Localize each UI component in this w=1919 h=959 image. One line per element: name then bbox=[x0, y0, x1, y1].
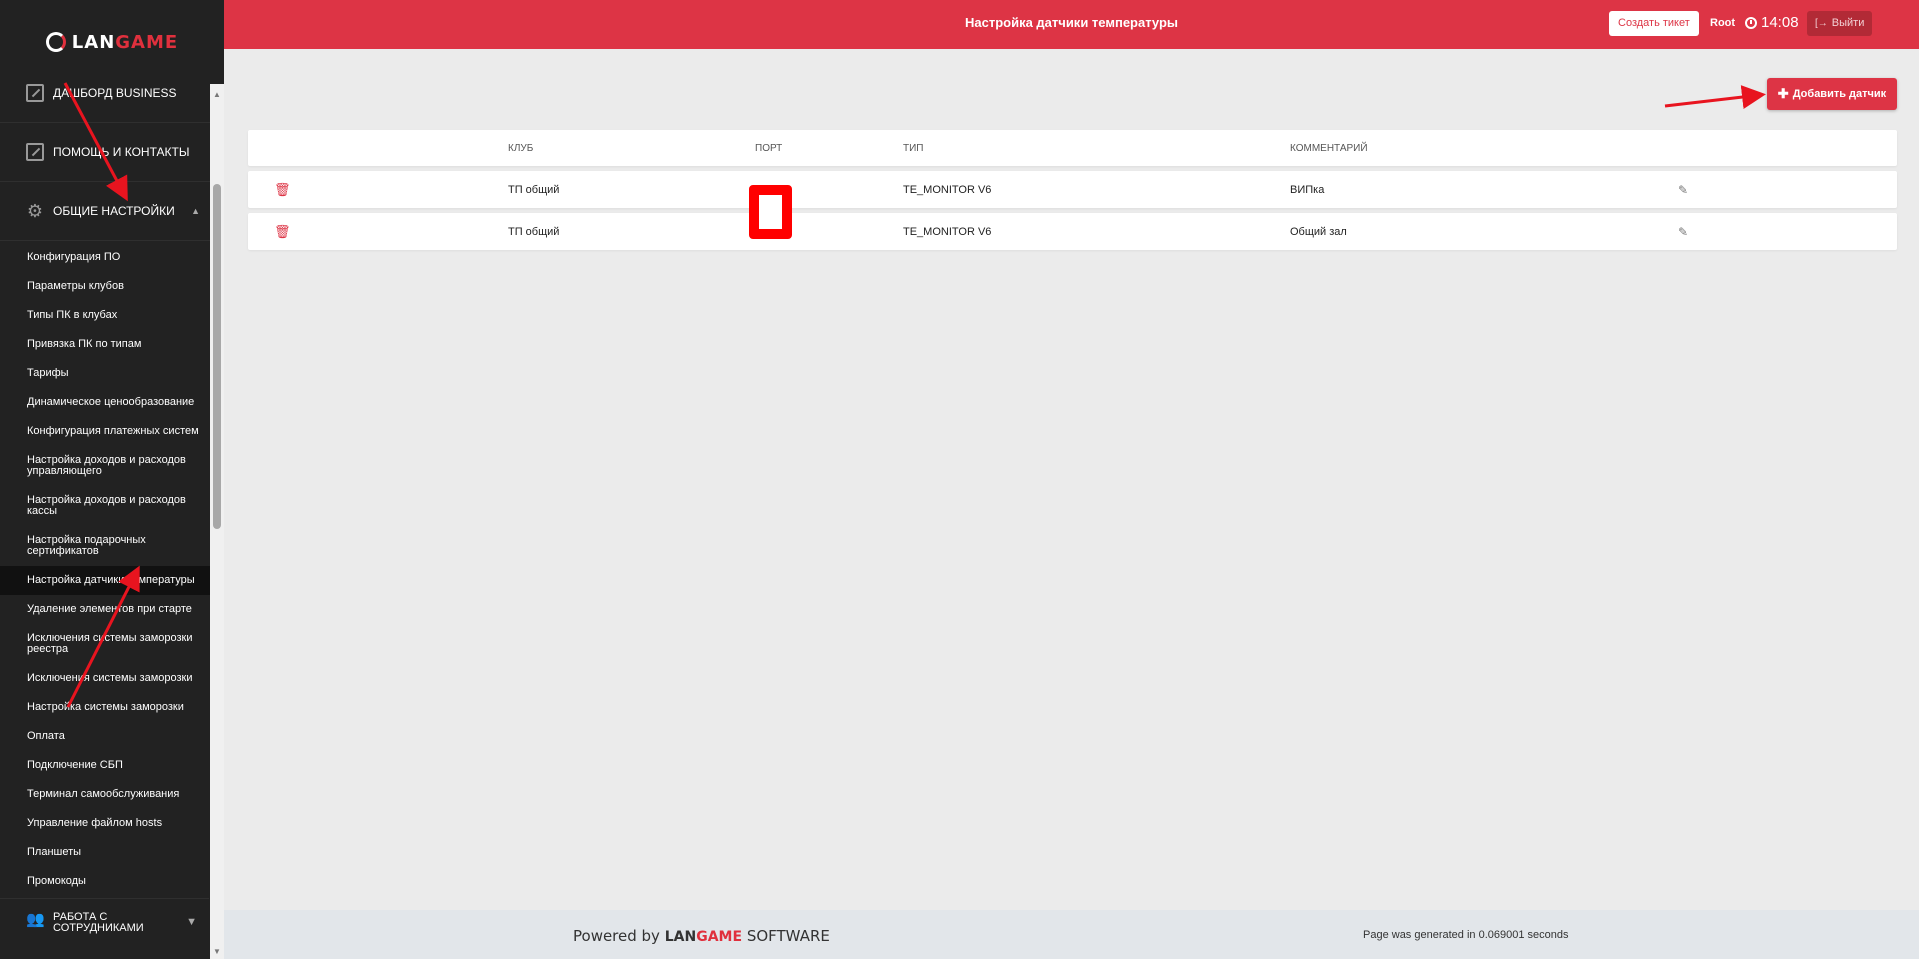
column-header-club: КЛУБ bbox=[508, 142, 534, 154]
sidebar-item[interactable]: Типы ПК в клубах bbox=[0, 301, 224, 330]
scroll-up-icon[interactable]: ▲ bbox=[210, 88, 224, 102]
sidebar-item[interactable]: Промокоды bbox=[0, 867, 224, 896]
sidebar-item[interactable]: Настройка доходов и расходов кассы bbox=[0, 486, 224, 526]
trash-icon[interactable]: 🗑 bbox=[274, 213, 291, 250]
table-header: КЛУБ ПОРТ ТИП КОММЕНТАРИЙ bbox=[248, 130, 1897, 166]
cell-comment: Общий зал bbox=[1290, 225, 1347, 238]
pencil-icon[interactable]: ✎ bbox=[1678, 213, 1688, 250]
sidebar-item[interactable]: Подключение СБП bbox=[0, 751, 224, 780]
sidebar-item[interactable]: Конфигурация ПО bbox=[0, 243, 224, 272]
sidebar-scrollbar[interactable]: ▲ ▼ bbox=[210, 84, 224, 959]
annotation-box bbox=[749, 185, 792, 239]
sidebar-item[interactable]: Удаление элементов при старте bbox=[0, 595, 224, 624]
users-icon: 👥 bbox=[26, 910, 45, 928]
table-row: 🗑 ТП общий TE_MONITOR V6 ВИПка ✎ bbox=[248, 171, 1897, 208]
footer: Powered by LANGAME SOFTWARE Page was gen… bbox=[224, 910, 1919, 959]
logout-label: Выйти bbox=[1831, 17, 1865, 29]
sidebar-item[interactable]: Тарифы bbox=[0, 359, 224, 388]
sidebar-section-dashboard[interactable]: ДАШБОРД BUSINESS bbox=[0, 64, 224, 123]
cell-comment: ВИПка bbox=[1290, 183, 1325, 196]
annotation-arrow bbox=[1664, 85, 1766, 109]
sidebar-section-label: ПОМОЩЬ И КОНТАКТЫ bbox=[53, 145, 190, 159]
edit-square-icon bbox=[26, 84, 44, 102]
sidebar-section-general-settings[interactable]: ⚙ ОБЩИЕ НАСТРОЙКИ ▲ bbox=[0, 182, 224, 241]
sidebar-section-label: ДАШБОРД BUSINESS bbox=[53, 86, 177, 100]
top-bar: Настройка датчики температуры Создать ти… bbox=[224, 0, 1919, 49]
logout-icon: [→ bbox=[1815, 18, 1828, 29]
sidebar-item[interactable]: Настройка доходов и расходов управляющег… bbox=[0, 446, 224, 486]
scroll-down-icon[interactable]: ▼ bbox=[210, 945, 224, 959]
sidebar-section-label: ОБЩИЕ НАСТРОЙКИ bbox=[53, 204, 175, 218]
table-row: 🗑 ТП общий TE_MONITOR V6 Общий зал ✎ bbox=[248, 213, 1897, 250]
sidebar-item[interactable]: Настройка системы заморозки bbox=[0, 693, 224, 722]
add-sensor-button[interactable]: ✚ Добавить датчик bbox=[1767, 78, 1897, 110]
logo-mark-icon bbox=[45, 32, 66, 52]
sidebar: LANGAME ДАШБОРД BUSINESS ПОМОЩЬ И КОНТАК… bbox=[0, 0, 224, 959]
sidebar-item[interactable]: Настройка подарочных сертификатов bbox=[0, 526, 224, 566]
cell-club: ТП общий bbox=[508, 225, 560, 238]
chevron-up-icon: ▲ bbox=[191, 206, 200, 216]
sidebar-item-active[interactable]: Настройка датчики температуры bbox=[0, 566, 224, 595]
sidebar-item[interactable]: Оплата bbox=[0, 722, 224, 751]
footer-brand: LANGAME bbox=[664, 929, 743, 945]
clock-icon bbox=[1745, 16, 1757, 29]
sidebar-item[interactable]: Динамическое ценообразование bbox=[0, 388, 224, 417]
create-ticket-button[interactable]: Создать тикет bbox=[1609, 11, 1699, 36]
sidebar-item[interactable]: Терминал самообслуживания bbox=[0, 780, 224, 809]
column-header-type: ТИП bbox=[903, 142, 924, 154]
trash-icon[interactable]: 🗑 bbox=[274, 171, 291, 208]
sidebar-section-staff[interactable]: 👥 РАБОТА С СОТРУДНИКАМИ ▼ bbox=[0, 898, 209, 946]
user-name: Root bbox=[1710, 17, 1736, 29]
column-header-port: ПОРТ bbox=[755, 142, 783, 154]
sidebar-section-help[interactable]: ПОМОЩЬ И КОНТАКТЫ bbox=[0, 123, 224, 182]
chevron-down-icon: ▼ bbox=[186, 916, 197, 928]
cell-club: ТП общий bbox=[508, 183, 560, 196]
add-sensor-label: Добавить датчик bbox=[1792, 88, 1887, 100]
sidebar-item[interactable]: Конфигурация платежных систем bbox=[0, 417, 224, 446]
sidebar-item[interactable]: Исключения системы заморозки реестра bbox=[0, 624, 224, 664]
sidebar-section-label: РАБОТА С СОТРУДНИКАМИ bbox=[53, 910, 144, 934]
generation-time: Page was generated in 0.069001 seconds bbox=[1363, 929, 1569, 941]
scrollbar-thumb[interactable] bbox=[213, 184, 221, 529]
cell-type: TE_MONITOR V6 bbox=[903, 225, 992, 238]
gear-icon: ⚙ bbox=[26, 201, 44, 221]
sidebar-item[interactable]: Параметры клубов bbox=[0, 272, 224, 301]
sidebar-item[interactable]: Планшеты bbox=[0, 838, 224, 867]
powered-by: Powered by LANGAME SOFTWARE bbox=[573, 927, 830, 945]
edit-square-icon bbox=[26, 143, 44, 161]
sidebar-item[interactable]: Привязка ПК по типам bbox=[0, 330, 224, 359]
plus-icon: ✚ bbox=[1777, 86, 1789, 101]
clock: 14:08 bbox=[1745, 14, 1799, 31]
clock-time: 14:08 bbox=[1761, 14, 1799, 31]
sidebar-item[interactable]: Исключения системы заморозки bbox=[0, 664, 224, 693]
logo-text: LANGAME bbox=[71, 31, 179, 53]
settings-submenu: Конфигурация ПО Параметры клубов Типы ПК… bbox=[0, 241, 224, 896]
cell-type: TE_MONITOR V6 bbox=[903, 183, 992, 196]
sidebar-item[interactable]: Управление файлом hosts bbox=[0, 809, 224, 838]
pencil-icon[interactable]: ✎ bbox=[1678, 171, 1688, 208]
column-header-comment: КОММЕНТАРИЙ bbox=[1290, 142, 1368, 154]
logout-button[interactable]: [→ Выйти bbox=[1807, 11, 1873, 36]
sensors-table: КЛУБ ПОРТ ТИП КОММЕНТАРИЙ 🗑 ТП общий TE_… bbox=[248, 130, 1897, 255]
